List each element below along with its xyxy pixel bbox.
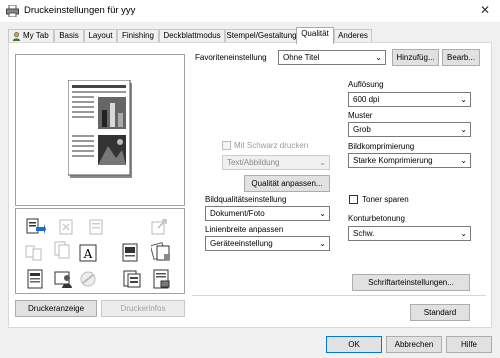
printer-icon: [6, 5, 19, 17]
help-button[interactable]: Hilfe: [446, 336, 492, 353]
image-quality-value: Dokument/Foto: [210, 209, 265, 218]
resolution-dropdown[interactable]: 600 dpi ⌄: [348, 92, 471, 107]
printer-view-button[interactable]: Druckeranzeige: [15, 300, 97, 317]
tab-anderes[interactable]: Anderes: [334, 29, 372, 43]
tab-basis[interactable]: Basis: [54, 29, 84, 43]
tab-stempel-gestaltung[interactable]: Stempel/Gestaltung: [225, 29, 298, 43]
favorites-dropdown[interactable]: Ohne Titel ⌄: [278, 50, 386, 65]
page-preview-image: [68, 80, 132, 178]
staple-icon: [89, 219, 103, 235]
print-job-icon: [26, 218, 46, 234]
tab-label: Finishing: [121, 31, 154, 40]
duplex-icon: [25, 245, 42, 261]
divider: [192, 295, 486, 296]
line-width-dropdown[interactable]: Geräteeinstellung ⌄: [205, 236, 330, 251]
edit-favorite-button[interactable]: Bearb...: [442, 49, 480, 66]
font-icon: A: [79, 244, 97, 262]
output-tray-icon: [151, 219, 167, 235]
collate-icon: [59, 219, 73, 235]
contour-value: Schw.: [353, 229, 375, 238]
tab-layout[interactable]: Layout: [84, 29, 117, 43]
line-width-label: Linienbreite anpassen: [205, 225, 284, 234]
image-quality-label: Bildqualitätseinstellung: [205, 195, 287, 204]
pattern-value: Grob: [353, 125, 371, 134]
chevron-down-icon: ⌄: [375, 53, 382, 62]
add-favorite-button[interactable]: Hinzufüg...: [392, 49, 439, 66]
favorites-value: Ohne Titel: [283, 53, 320, 62]
chevron-down-icon: ⌄: [460, 156, 467, 165]
text-mode-dropdown[interactable]: Text/Abbildung ⌄: [222, 155, 330, 170]
chevron-down-icon: ⌄: [319, 158, 326, 167]
tab-qualitaet[interactable]: Qualität: [296, 27, 334, 44]
chevron-down-icon: ⌄: [460, 95, 467, 104]
tab-label: Basis: [59, 31, 79, 40]
chevron-down-icon: ⌄: [460, 125, 467, 134]
resolution-label: Auflösung: [348, 80, 384, 89]
secure-print-icon: [153, 269, 170, 289]
compression-dropdown[interactable]: Starke Komprimierung ⌄: [348, 153, 471, 168]
adjust-quality-button[interactable]: Qualität anpassen...: [244, 175, 330, 192]
compression-label: Bildkomprimierung: [348, 142, 415, 151]
booklet-icon: [54, 241, 70, 259]
toner-save-checkbox[interactable]: [349, 195, 358, 204]
tab-label: Anderes: [338, 31, 368, 40]
tab-deckblattmodus[interactable]: Deckblattmodus: [159, 29, 225, 43]
tab-label: Qualität: [301, 29, 329, 38]
font-settings-button[interactable]: Schriftarteinstellungen...: [352, 274, 470, 291]
favorites-label: Favoriteneinstellung: [195, 53, 267, 62]
overlay-icon: [123, 270, 141, 288]
chevron-down-icon: ⌄: [319, 239, 326, 248]
cover-page-icon: [27, 269, 43, 289]
svg-text:A: A: [83, 247, 93, 261]
stamp-icon: [151, 242, 170, 261]
tab-label: Stempel/Gestaltung: [226, 31, 297, 40]
pattern-label: Muster: [348, 111, 373, 120]
quality-page-icon: [122, 243, 138, 262]
image-quality-dropdown[interactable]: Dokument/Foto ⌄: [205, 206, 330, 221]
contour-dropdown[interactable]: Schw. ⌄: [348, 226, 471, 241]
tab-label: Deckblattmodus: [163, 31, 221, 40]
pattern-dropdown[interactable]: Grob ⌄: [348, 122, 471, 137]
chevron-down-icon: ⌄: [460, 229, 467, 238]
account-user-icon: [54, 271, 72, 288]
close-icon[interactable]: ✕: [480, 3, 490, 17]
tab-label: My Tab: [23, 31, 49, 40]
black-print-label: Mit Schwarz drucken: [234, 141, 309, 150]
cancel-button[interactable]: Abbrechen: [386, 336, 442, 353]
contour-label: Konturbetonung: [348, 214, 405, 223]
toner-save-label: Toner sparen: [362, 195, 409, 204]
black-print-checkbox[interactable]: [222, 141, 231, 150]
tab-label: Layout: [88, 31, 113, 40]
window-title: Druckeinstellungen für yyy: [24, 5, 136, 16]
tab-finishing[interactable]: Finishing: [117, 29, 159, 43]
status-icon-panel: A: [15, 208, 185, 294]
user-icon: [12, 32, 21, 41]
print-preview: [15, 54, 185, 206]
text-mode-value: Text/Abbildung: [227, 158, 280, 167]
tab-my-tab[interactable]: My Tab: [8, 29, 54, 43]
title-bar: Druckeinstellungen für yyy ✕: [0, 0, 500, 22]
ok-button[interactable]: OK: [326, 336, 382, 353]
chevron-down-icon: ⌄: [319, 209, 326, 218]
line-width-value: Geräteeinstellung: [210, 239, 273, 248]
resolution-value: 600 dpi: [353, 95, 380, 104]
standard-button[interactable]: Standard: [410, 304, 470, 321]
printer-info-button[interactable]: Druckerinfos: [101, 300, 185, 317]
compression-value: Starke Komprimierung: [353, 156, 433, 165]
watermark-icon: [80, 271, 96, 287]
